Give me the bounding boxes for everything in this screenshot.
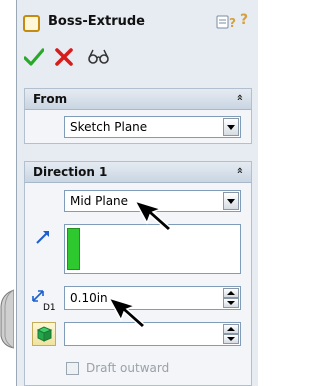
pointer-arrow-icon — [133, 199, 173, 233]
spin-down-icon[interactable] — [223, 334, 239, 344]
spin-down-icon[interactable] — [223, 298, 239, 308]
direction1-group-header[interactable]: Direction 1 » — [24, 161, 252, 183]
draft-outward-label: Draft outward — [86, 361, 170, 375]
chevron-down-icon[interactable] — [223, 192, 239, 210]
feature-icon — [23, 15, 40, 32]
reverse-direction-icon[interactable] — [34, 228, 52, 246]
collapse-icon[interactable]: » — [233, 94, 246, 101]
depth-input[interactable]: 0.10in — [64, 286, 241, 310]
help-question-icon[interactable]: ? — [240, 12, 248, 28]
glasses-icon[interactable] — [87, 47, 111, 65]
from-group-header[interactable]: From » — [24, 88, 252, 110]
draft-toggle-button[interactable] — [32, 322, 56, 346]
help-icon[interactable]: ? — [216, 13, 240, 31]
draft-cube-icon — [36, 326, 53, 342]
direction1-group-title: Direction 1 — [33, 165, 108, 179]
svg-text:?: ? — [229, 16, 236, 30]
spin-up-icon[interactable] — [223, 288, 239, 298]
selection-color-indicator — [67, 228, 80, 270]
from-group-title: From — [33, 92, 68, 106]
pointer-arrow-icon — [107, 296, 147, 330]
depth-label: D1 — [43, 303, 56, 311]
depth-icon: D1 — [32, 290, 56, 311]
start-condition-value: Sketch Plane — [70, 120, 148, 134]
end-condition-value: Mid Plane — [70, 194, 129, 208]
start-condition-select[interactable]: Sketch Plane — [64, 116, 241, 138]
depth-value: 0.10in — [70, 291, 108, 305]
draft-angle-spinner[interactable] — [223, 324, 239, 344]
depth-spinner[interactable] — [223, 288, 239, 308]
check-icon[interactable] — [24, 48, 44, 66]
feature-title: Boss-Extrude — [48, 14, 145, 29]
model-shape-edge — [0, 289, 14, 349]
x-icon[interactable] — [55, 48, 73, 66]
draft-angle-input[interactable] — [64, 322, 241, 346]
spin-up-icon[interactable] — [223, 324, 239, 334]
chevron-down-icon[interactable] — [223, 118, 239, 136]
draft-outward-checkbox[interactable] — [66, 362, 79, 375]
collapse-icon[interactable]: » — [233, 167, 246, 174]
